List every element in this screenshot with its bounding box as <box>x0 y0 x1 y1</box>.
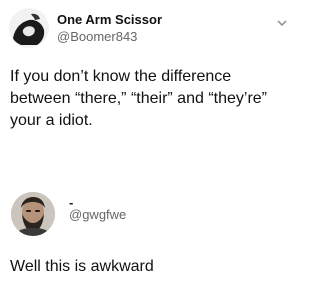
portrait-avatar-icon <box>9 8 49 48</box>
tweet-screenshot: One Arm Scissor @Boomer843 If you don’t … <box>0 0 297 300</box>
tweet-text: If you don’t know the difference between… <box>10 68 267 129</box>
author-name[interactable]: One Arm Scissor <box>57 12 162 27</box>
chevron-down-icon[interactable] <box>276 15 288 27</box>
reply-author-handle[interactable]: @gwgfwe <box>69 207 126 222</box>
author-avatar[interactable] <box>9 8 49 48</box>
reply-text: Well this is awkward <box>10 258 154 275</box>
author-handle[interactable]: @Boomer843 <box>57 29 137 44</box>
bearded-man-avatar-icon <box>11 192 55 236</box>
reply-avatar[interactable] <box>11 192 55 236</box>
